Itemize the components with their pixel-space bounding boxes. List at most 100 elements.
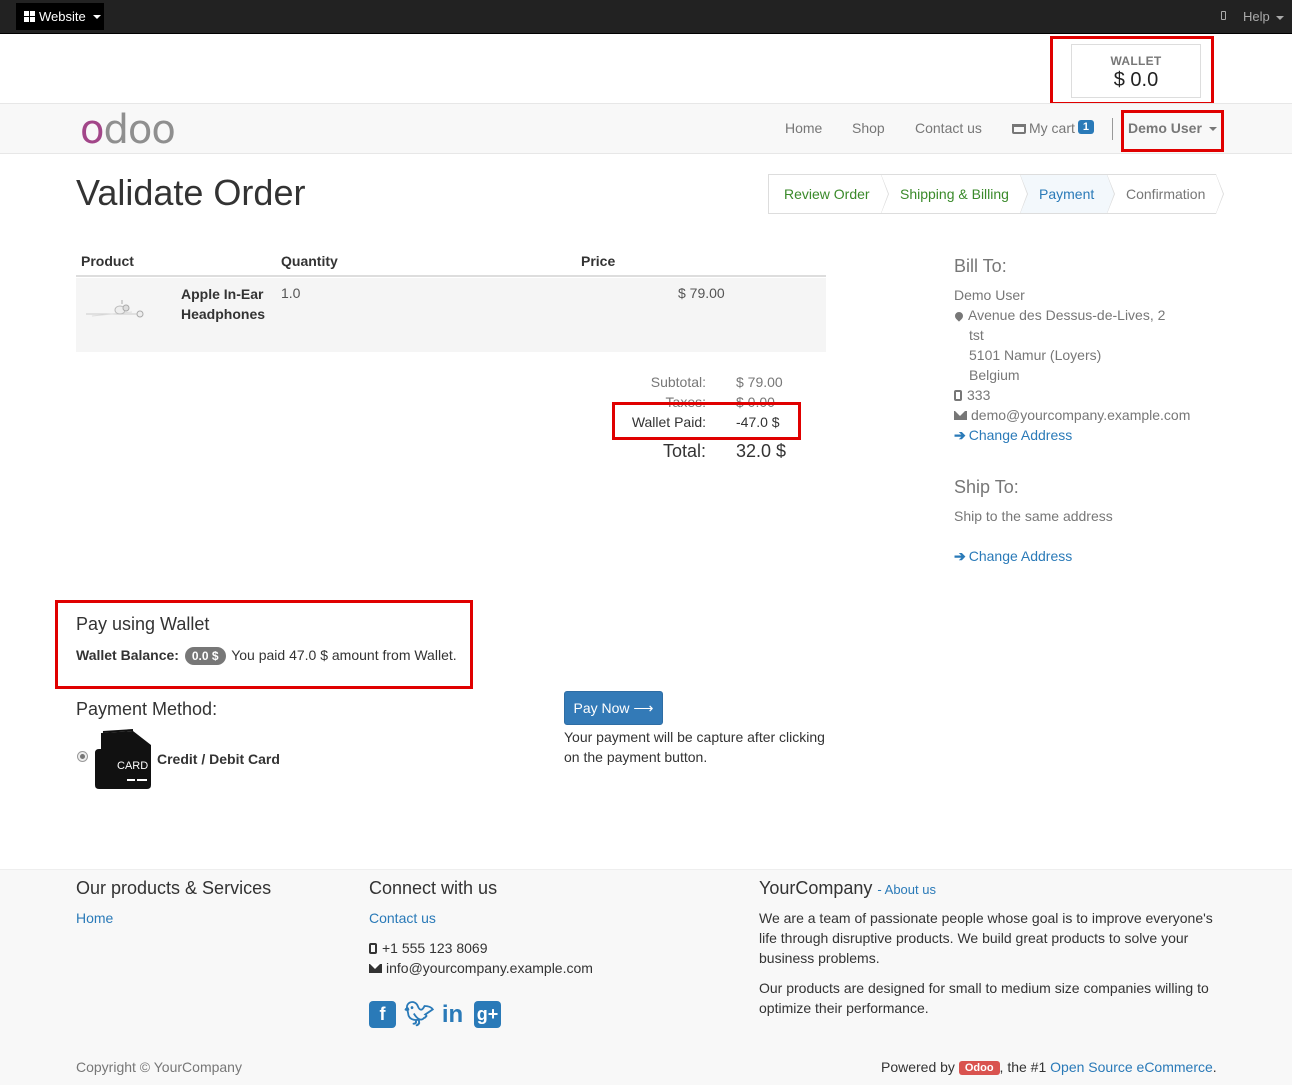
taxes-value: $ 0.00 — [736, 394, 775, 410]
site-footer — [0, 869, 1292, 1085]
footer-company-title: YourCompany - About us — [759, 878, 936, 899]
footer-phone: +1 555 123 8069 — [369, 938, 488, 958]
phone-icon — [954, 390, 962, 401]
phone-text: 333 — [967, 387, 991, 403]
nav-my-cart[interactable]: My cart 1 — [1012, 120, 1095, 136]
payment-method-title: Payment Method: — [76, 699, 218, 719]
bill-to-country: Belgium — [969, 367, 1020, 383]
change-address-label: Change Address — [968, 548, 1073, 564]
page-title: Validate Order — [76, 172, 306, 213]
total-label: Total: — [662, 441, 706, 461]
apps-grid-icon — [24, 11, 35, 22]
caret-down-icon — [92, 14, 101, 19]
product-name[interactable]: Apple In-Ear Headphones — [181, 284, 281, 324]
wizard-step-review-order[interactable]: Review Order — [768, 174, 889, 214]
wallet-balance-line: Wallet Balance: 0.0 $ You paid 47.0 $ am… — [76, 647, 457, 665]
table-row: Apple In-Ear Headphones 1.0 $ 79.00 — [76, 278, 826, 352]
street-text: Avenue des Dessus-de-Lives, 2 — [968, 307, 1166, 323]
ship-change-address-link[interactable]: ➔ Change Address — [954, 546, 1072, 566]
footer-email: info@yourcompany.example.com — [369, 958, 593, 978]
pay-now-button[interactable]: Pay Now ⟶ — [564, 691, 663, 725]
bill-to-title: Bill To: — [954, 256, 1007, 276]
email-text: demo@yourcompany.example.com — [971, 407, 1191, 423]
mobile-preview-icon[interactable] — [1221, 11, 1226, 20]
bill-to-street2: tst — [969, 327, 984, 343]
credit-card-icon: CARD — [95, 729, 151, 789]
cart-label: My cart — [1029, 120, 1075, 136]
pay-now-label: Pay Now — [573, 700, 630, 716]
website-menu-button[interactable]: Website — [16, 3, 104, 30]
col-product: Product — [81, 253, 134, 269]
website-menu-label: Website — [39, 9, 86, 24]
footer-link-home[interactable]: Home — [76, 908, 113, 928]
phone-icon — [369, 943, 377, 954]
arrow-right-icon: ➔ — [954, 548, 966, 564]
order-table-header: Product Quantity Price — [76, 253, 826, 277]
linkedin-icon[interactable]: in — [439, 1001, 466, 1028]
payment-method-label[interactable]: Credit / Debit Card — [157, 751, 280, 767]
about-us-link[interactable]: - About us — [877, 882, 936, 897]
wallet-widget: WALLET $ 0.0 — [1071, 44, 1201, 98]
arrow-right-icon: ➔ — [954, 427, 966, 443]
facebook-icon[interactable]: f — [369, 1001, 396, 1028]
help-label: Help — [1243, 9, 1270, 24]
product-price: $ 79.00 — [678, 285, 725, 301]
caret-down-icon — [1276, 15, 1285, 20]
total-value: 32.0 $ — [736, 441, 787, 461]
admin-bar: Website Help — [0, 0, 1292, 34]
payment-method-radio[interactable] — [77, 751, 88, 762]
odoo-badge[interactable]: Odoo — [958, 1061, 1000, 1075]
wallet-paid-value: -47.0 $ — [736, 414, 780, 430]
powered-end: . — [1212, 1059, 1217, 1075]
footer-about-p2: Our products are designed for small to m… — [759, 980, 1209, 1016]
social-links: f 🐦︎ in g+ — [369, 1001, 501, 1028]
payment-note: Your payment will be capture after click… — [564, 729, 825, 765]
caret-down-icon — [1208, 127, 1217, 132]
copyright: Copyright © YourCompany — [76, 1059, 242, 1075]
wallet-amount: $ 0.0 — [1113, 69, 1159, 91]
logo-rest: doo — [103, 107, 175, 153]
ship-to-text: Ship to the same address — [954, 508, 1113, 524]
checkout-wizard: Review Order Shipping & Billing Payment … — [768, 174, 1224, 214]
wallet-label: WALLET — [1110, 54, 1162, 68]
twitter-icon[interactable]: 🐦︎ — [404, 1001, 434, 1028]
nav-contact-us[interactable]: Contact us — [915, 120, 982, 136]
wallet-paid-label: Wallet Paid: — [576, 414, 706, 430]
help-menu[interactable]: Help — [1243, 9, 1285, 24]
change-address-label: Change Address — [968, 427, 1073, 443]
long-arrow-right-icon: ⟶ — [633, 700, 654, 716]
footer-about-p1: We are a team of passionate people whose… — [759, 910, 1213, 966]
bill-to-city: 5101 Namur (Loyers) — [969, 347, 1102, 363]
odoo-logo[interactable]: odoo — [80, 110, 176, 150]
wizard-step-shipping-billing[interactable]: Shipping & Billing — [881, 174, 1028, 214]
subtotal-value: $ 79.00 — [736, 374, 783, 390]
user-menu[interactable]: Demo User — [1128, 120, 1217, 136]
nav-home[interactable]: Home — [785, 120, 822, 136]
wizard-step-payment[interactable]: Payment — [1020, 174, 1115, 214]
envelope-icon — [369, 964, 382, 973]
bill-to-phone: 333 — [954, 385, 990, 405]
card-text: CARD — [117, 760, 148, 772]
cart-count-badge: 1 — [1077, 120, 1095, 134]
taxes-label: Taxes: — [665, 394, 706, 410]
user-name: Demo User — [1128, 120, 1202, 136]
footer-connect-title: Connect with us — [369, 878, 498, 898]
footer-link-contact-us[interactable]: Contact us — [369, 908, 436, 928]
powered-mid: , the #1 — [999, 1059, 1047, 1075]
google-plus-icon[interactable]: g+ — [474, 1001, 501, 1028]
bill-change-address-link[interactable]: ➔ Change Address — [954, 425, 1072, 445]
powered-by-label: Powered by — [881, 1059, 955, 1075]
open-source-ecommerce-link[interactable]: Open Source eCommerce — [1050, 1059, 1213, 1075]
footer-email-text: info@yourcompany.example.com — [386, 960, 593, 976]
map-marker-icon — [953, 310, 965, 322]
col-price: Price — [581, 253, 616, 269]
company-name: YourCompany — [759, 878, 873, 898]
bill-to-street: Avenue des Dessus-de-Lives, 2 — [953, 305, 1166, 325]
nav-divider — [1112, 118, 1113, 140]
powered-by: Powered by Odoo, the #1 Open Source eCom… — [881, 1059, 1217, 1075]
main-navbar: odoo Home Shop Contact us My cart 1 Demo … — [0, 103, 1292, 154]
nav-shop[interactable]: Shop — [852, 120, 885, 136]
col-quantity: Quantity — [281, 253, 338, 269]
footer-products-title: Our products & Services — [76, 878, 272, 898]
subtotal-label: Subtotal: — [650, 374, 706, 390]
